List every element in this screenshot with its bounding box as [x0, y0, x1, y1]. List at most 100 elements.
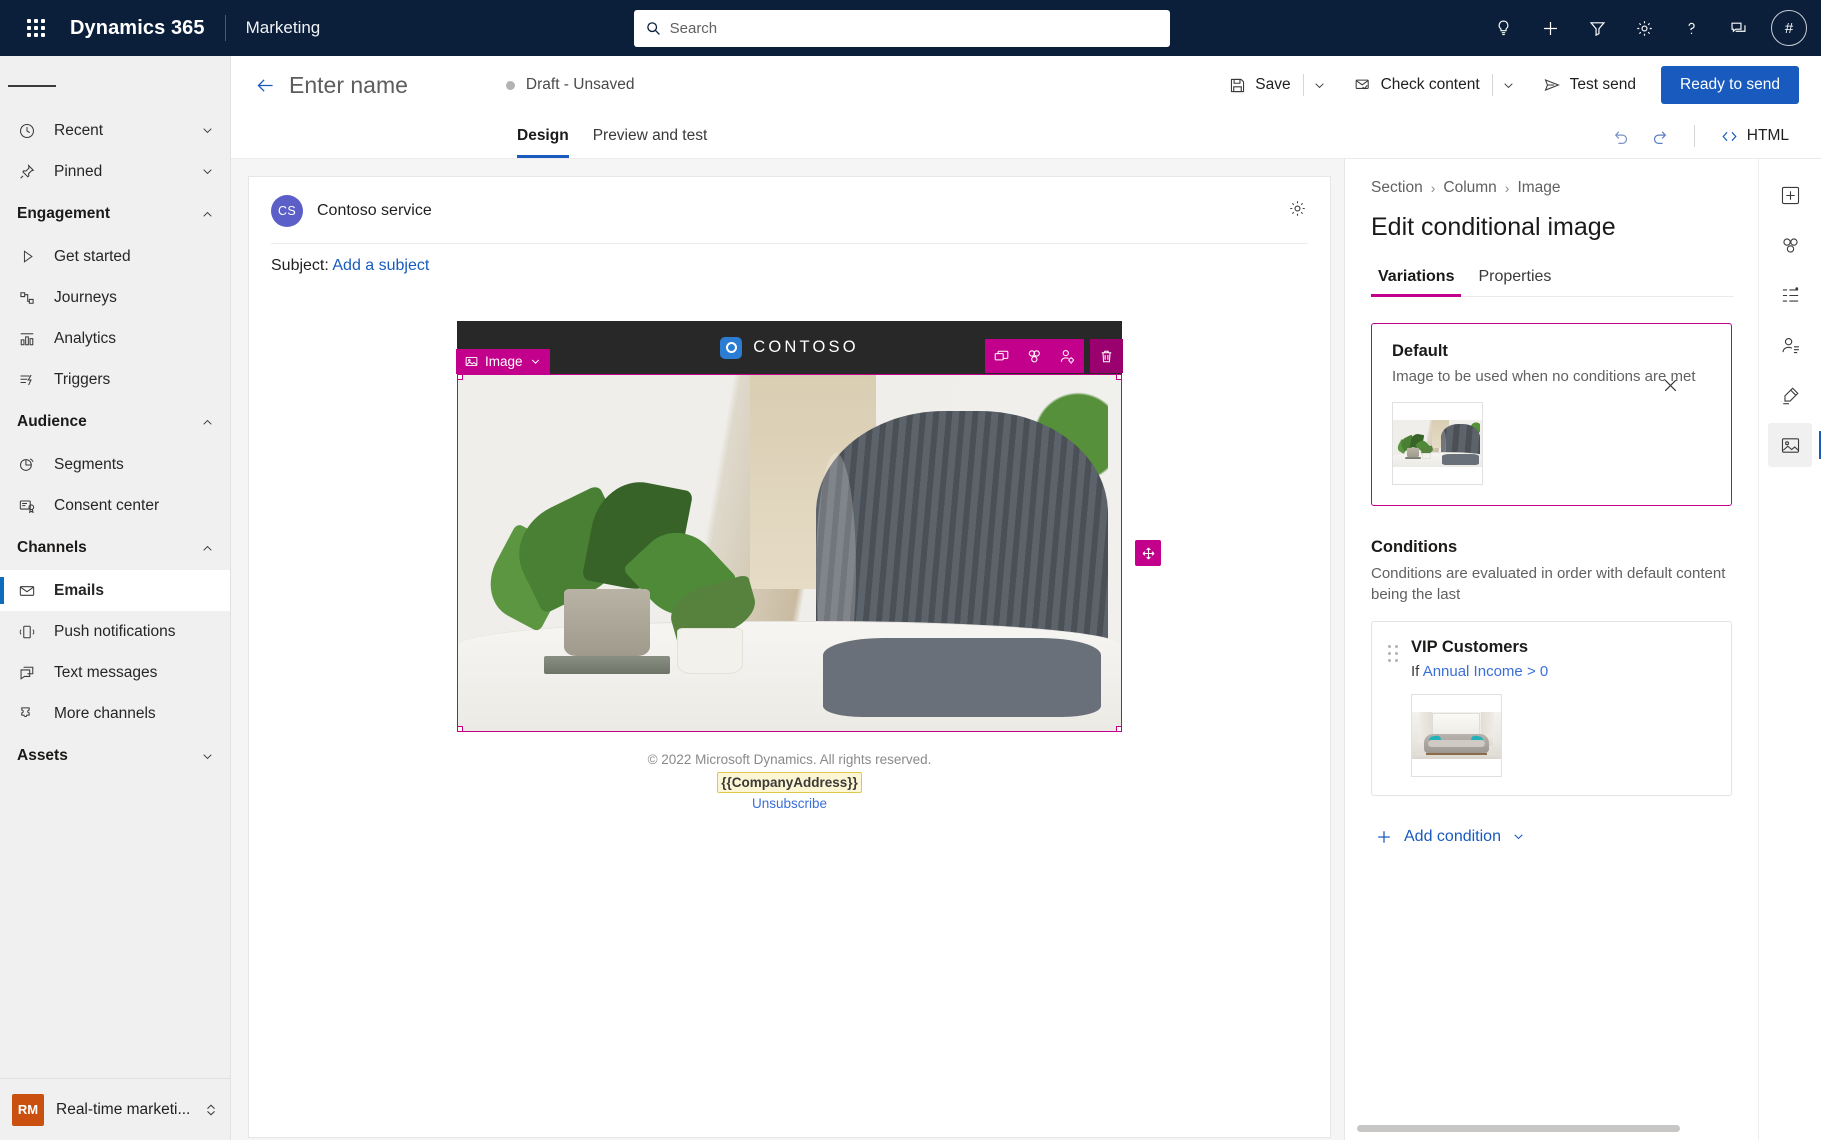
- check-content-button[interactable]: Check content: [1343, 66, 1491, 104]
- condition-value[interactable]: 0: [1540, 663, 1548, 680]
- move-block-handle[interactable]: [1135, 540, 1161, 566]
- rail-add-element[interactable]: [1768, 173, 1812, 217]
- record-name-input[interactable]: Enter name: [289, 72, 408, 99]
- default-variation-thumbnail[interactable]: [1392, 401, 1483, 485]
- filter-icon[interactable]: [1577, 8, 1617, 48]
- add-condition-label: Add condition: [1404, 827, 1501, 845]
- subject-label: Subject:: [271, 257, 329, 274]
- editor-tabs: Design Preview and test: [507, 114, 717, 158]
- rail-structure[interactable]: [1768, 273, 1812, 317]
- sidebar-item-recent[interactable]: Recent: [0, 110, 230, 151]
- sidebar-item-segments[interactable]: Segments: [0, 444, 230, 485]
- sidebar-item-pinned[interactable]: Pinned: [0, 151, 230, 192]
- app-launcher-icon[interactable]: [14, 6, 58, 50]
- resize-handle-top-right[interactable]: [1116, 375, 1121, 380]
- tab-preview-and-test[interactable]: Preview and test: [583, 114, 718, 158]
- sidebar-item-label: Triggers: [54, 370, 111, 388]
- vip-variation-thumbnail[interactable]: [1411, 693, 1502, 777]
- email-subject-row: Subject: Add a subject: [271, 243, 1308, 289]
- duplicate-block-icon[interactable]: [985, 339, 1018, 373]
- conditional-content-icon[interactable]: [1018, 339, 1051, 373]
- help-icon[interactable]: [1671, 8, 1711, 48]
- resize-handle-bottom-right[interactable]: [1116, 726, 1121, 731]
- default-variation-card[interactable]: Default Image to be used when no conditi…: [1371, 323, 1732, 506]
- save-button[interactable]: Save: [1218, 66, 1301, 104]
- condition-name: VIP Customers: [1411, 637, 1529, 656]
- lightbulb-icon[interactable]: [1483, 8, 1523, 48]
- check-content-menu-caret[interactable]: [1494, 66, 1524, 104]
- condition-operator[interactable]: >: [1527, 663, 1536, 680]
- add-subject-link[interactable]: Add a subject: [332, 257, 429, 274]
- editor-tab-bar: Design Preview and test HTML: [231, 114, 1821, 159]
- triggers-icon: [16, 371, 38, 389]
- resize-handle-bottom-left[interactable]: [458, 726, 463, 731]
- rail-templates[interactable]: [1768, 223, 1812, 267]
- app-name-label[interactable]: Marketing: [246, 18, 321, 38]
- search-container: Search: [320, 9, 1483, 47]
- gear-icon[interactable]: [1624, 8, 1664, 48]
- feedback-icon[interactable]: [1718, 8, 1758, 48]
- sidebar-item-get-started[interactable]: Get started: [0, 236, 230, 277]
- test-send-button[interactable]: Test send: [1532, 66, 1647, 104]
- html-button[interactable]: HTML: [1710, 118, 1799, 154]
- sidebar-item-push-notifications[interactable]: Push notifications: [0, 611, 230, 652]
- block-type-chip[interactable]: Image: [456, 349, 550, 374]
- sidebar-group-engagement[interactable]: Engagement: [0, 192, 230, 236]
- sidebar-item-text-messages[interactable]: Text messages: [0, 652, 230, 693]
- rail-images[interactable]: [1768, 423, 1821, 467]
- delete-block-icon[interactable]: [1090, 339, 1123, 373]
- drag-grip-icon[interactable]: [1388, 644, 1398, 777]
- breadcrumb-item-section[interactable]: Section: [1371, 179, 1423, 197]
- rail-brand[interactable]: [1768, 373, 1812, 417]
- chevron-up-icon: [201, 542, 214, 555]
- conditional-image-preview[interactable]: [457, 374, 1122, 732]
- resize-handle-top-left[interactable]: [458, 375, 463, 380]
- sidebar-group-audience[interactable]: Audience: [0, 400, 230, 444]
- image-block-selected[interactable]: Image: [456, 339, 1161, 732]
- sidebar-item-more-channels[interactable]: More channels: [0, 693, 230, 734]
- journeys-icon: [16, 289, 38, 307]
- rail-personalization[interactable]: [1768, 323, 1812, 367]
- tab-variations[interactable]: Variations: [1371, 268, 1462, 297]
- tab-properties[interactable]: Properties: [1471, 268, 1558, 296]
- undo-icon[interactable]: [1603, 118, 1639, 154]
- area-switcher[interactable]: RM Real-time marketi...: [0, 1078, 230, 1140]
- add-condition-button[interactable]: Add condition: [1371, 822, 1529, 852]
- unsubscribe-link[interactable]: Unsubscribe: [752, 796, 827, 811]
- close-panel-icon[interactable]: [1655, 370, 1685, 400]
- sidebar-group-assets[interactable]: Assets: [0, 734, 230, 778]
- sidebar-item-triggers[interactable]: Triggers: [0, 359, 230, 400]
- sender-name[interactable]: Contoso service: [317, 202, 432, 220]
- sidebar-scroll: Recent Pinned Engagement Get started Jou…: [0, 56, 230, 1078]
- default-thumbnail-photo: [1393, 419, 1482, 467]
- breadcrumb-item-column[interactable]: Column: [1443, 179, 1496, 197]
- clock-icon: [16, 122, 38, 140]
- email-sender-row: CS Contoso service: [271, 195, 1308, 243]
- redo-icon[interactable]: [1643, 118, 1679, 154]
- conditions-heading: Conditions: [1371, 537, 1458, 556]
- plus-icon[interactable]: [1530, 8, 1570, 48]
- tab-design[interactable]: Design: [507, 114, 579, 158]
- back-arrow-icon[interactable]: [247, 67, 283, 103]
- pin-icon: [16, 163, 38, 181]
- email-settings-gear-icon[interactable]: [1282, 193, 1312, 223]
- ready-to-send-button[interactable]: Ready to send: [1661, 66, 1799, 104]
- personalization-icon[interactable]: [1051, 339, 1084, 373]
- panel-horizontal-scrollbar[interactable]: [1357, 1125, 1680, 1132]
- sidebar-collapse-icon[interactable]: [8, 62, 56, 110]
- block-type-button[interactable]: Image: [456, 349, 550, 374]
- company-address-token[interactable]: {{CompanyAddress}}: [717, 771, 862, 794]
- user-avatar[interactable]: #: [1771, 10, 1807, 46]
- condition-field-link[interactable]: Annual Income: [1423, 663, 1523, 680]
- search-input[interactable]: Search: [633, 9, 1170, 47]
- sidebar-item-emails[interactable]: Emails: [0, 570, 230, 611]
- breadcrumb-item-image[interactable]: Image: [1517, 179, 1560, 197]
- save-menu-caret[interactable]: [1305, 66, 1335, 104]
- sidebar-item-analytics[interactable]: Analytics: [0, 318, 230, 359]
- condition-card[interactable]: VIP Customers If Annual Income > 0: [1371, 620, 1732, 796]
- brand-title[interactable]: Dynamics 365: [70, 17, 205, 40]
- sidebar-group-channels[interactable]: Channels: [0, 526, 230, 570]
- sidebar-item-consent-center[interactable]: Consent center: [0, 485, 230, 526]
- sidebar-item-journeys[interactable]: Journeys: [0, 277, 230, 318]
- analytics-icon: [16, 330, 38, 348]
